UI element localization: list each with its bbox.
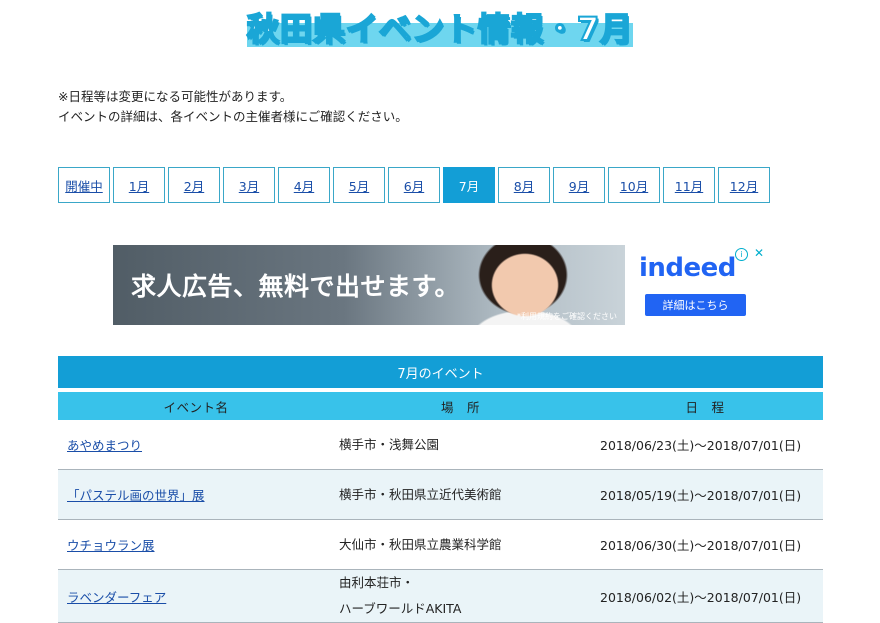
- event-place-line: ハーブワールドAKITA: [339, 601, 462, 616]
- event-place: 横手市・秋田県立近代美術館: [334, 470, 587, 519]
- column-header-place: 場 所: [440, 399, 480, 415]
- month-link-current[interactable]: 開催中: [58, 167, 110, 203]
- events-table-body: あやめまつり 横手市・浅舞公園 2018/06/23(土)～2018/07/01(日…: [58, 420, 823, 623]
- month-link[interactable]: 12月: [718, 167, 770, 203]
- month-link[interactable]: 11月: [663, 167, 715, 203]
- notice-line-2: イベントの詳細は、各イベントの主催者様にご確認ください。: [58, 109, 408, 124]
- month-link[interactable]: 10月: [608, 167, 660, 203]
- events-table: 7月のイベント イベント名 場 所 日 程 あやめまつり 横手市・浅舞公園 2018…: [58, 356, 823, 623]
- events-table-title: 7月のイベント: [58, 356, 823, 388]
- month-link[interactable]: 9月: [553, 167, 605, 203]
- table-row: ラベンダーフェア 由利本荘市・ハーブワールドAKITA 2018/06/02(土)～…: [58, 570, 823, 623]
- ad-terms-note: *利用規約をご確認ください: [517, 312, 617, 321]
- column-header-date: 日 程: [685, 399, 725, 415]
- indeed-ad-banner[interactable]: 求人広告、無料で出せます。 *利用規約をご確認ください indeed i ✕ 詳…: [113, 245, 768, 325]
- ad-image[interactable]: 求人広告、無料で出せます。 *利用規約をご確認ください: [113, 245, 625, 325]
- month-link[interactable]: 4月: [278, 167, 330, 203]
- ad-headline: 求人広告、無料で出せます。: [131, 272, 461, 301]
- event-date: 2018/06/23(土)～2018/07/01(日): [600, 438, 802, 453]
- event-place-line: 由利本荘市・: [339, 575, 415, 590]
- page-title: 秋田県イベント情報・7月: [246, 9, 634, 49]
- event-place: 横手市・浅舞公園: [334, 420, 587, 469]
- event-date: 2018/06/30(土)～2018/07/01(日): [600, 538, 802, 553]
- event-place-line: 大仙市・秋田県立農業科学館: [339, 536, 502, 552]
- month-link[interactable]: 3月: [223, 167, 275, 203]
- site-logo-title: 秋田県イベント情報・7月: [246, 7, 634, 49]
- month-link[interactable]: 7月: [443, 167, 495, 203]
- month-link[interactable]: 8月: [498, 167, 550, 203]
- event-name-link[interactable]: ウチョウラン展: [58, 520, 334, 569]
- event-place: 由利本荘市・ハーブワールドAKITA: [334, 570, 587, 622]
- ad-brand-panel[interactable]: indeed i ✕ 詳細はこちら: [625, 245, 768, 325]
- table-row: 「パステル画の世界」展 横手市・秋田県立近代美術館 2018/05/19(土)～20…: [58, 470, 823, 520]
- close-icon[interactable]: ✕: [754, 246, 764, 260]
- info-icon[interactable]: i: [735, 248, 748, 261]
- event-place: 大仙市・秋田県立農業科学館: [334, 520, 587, 569]
- table-row: ウチョウラン展 大仙市・秋田県立農業科学館 2018/06/30(土)～2018/0…: [58, 520, 823, 570]
- month-link[interactable]: 1月: [113, 167, 165, 203]
- month-link[interactable]: 5月: [333, 167, 385, 203]
- column-header-name: イベント名: [163, 399, 229, 415]
- event-name-link[interactable]: 「パステル画の世界」展: [58, 470, 334, 519]
- event-date: 2018/05/19(土)～2018/07/01(日): [600, 488, 802, 503]
- notice-line-1: ※日程等は変更になる可能性があります。: [58, 89, 293, 104]
- indeed-logo: indeed: [639, 253, 736, 283]
- month-nav: 開催中 1月 2月 3月 4月 5月 6月 7月 8月 9月 10月 11月 12月: [58, 167, 770, 203]
- month-link[interactable]: 6月: [388, 167, 440, 203]
- month-link[interactable]: 2月: [168, 167, 220, 203]
- table-row: あやめまつり 横手市・浅舞公園 2018/06/23(土)～2018/07/01(日…: [58, 420, 823, 470]
- event-name-link[interactable]: ラベンダーフェア: [58, 570, 334, 622]
- event-place-line: 横手市・浅舞公園: [339, 436, 440, 452]
- notice: ※日程等は変更になる可能性があります。 イベントの詳細は、各イベントの主催者様に…: [58, 87, 408, 127]
- event-place-line: 横手市・秋田県立近代美術館: [339, 486, 502, 502]
- ad-details-button[interactable]: 詳細はこちら: [645, 294, 746, 316]
- event-date: 2018/06/02(土)～2018/07/01(日): [600, 589, 802, 605]
- events-table-header: イベント名 場 所 日 程: [58, 392, 823, 420]
- event-name-link[interactable]: あやめまつり: [58, 420, 334, 469]
